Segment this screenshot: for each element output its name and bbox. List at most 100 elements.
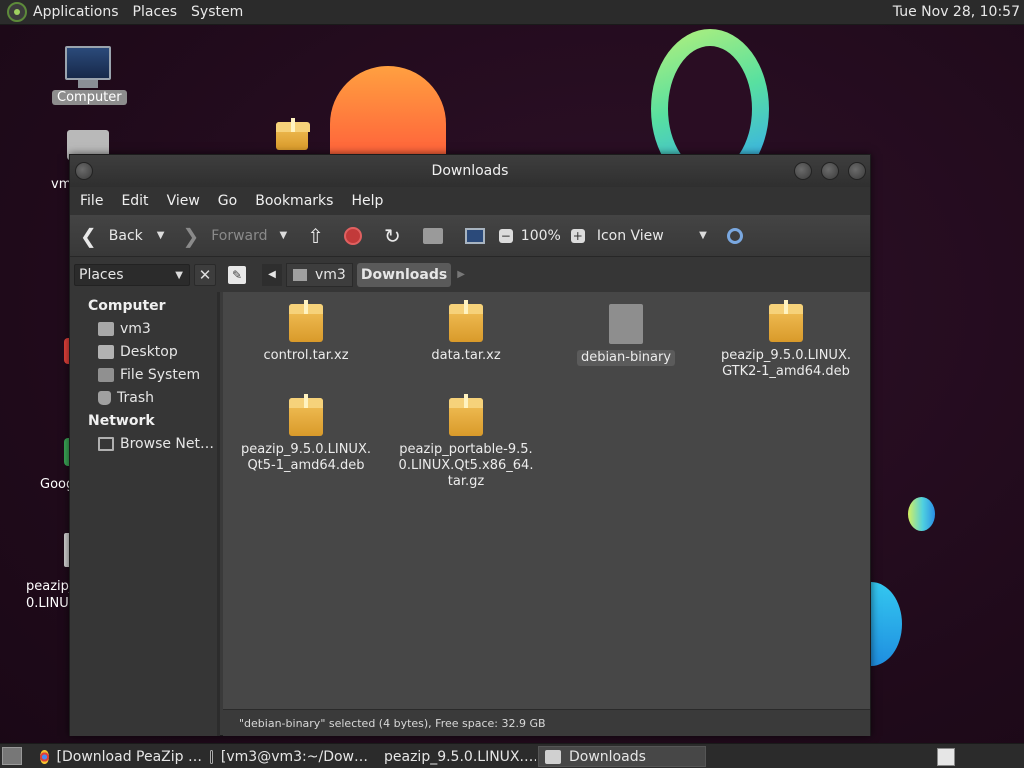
zoom-in-icon[interactable]: +: [570, 228, 585, 243]
desktop-icon-label-line: peazip_: [26, 579, 76, 594]
menu-places[interactable]: Places: [133, 4, 178, 20]
zoom-level: 100%: [520, 227, 561, 244]
menu-system[interactable]: System: [191, 4, 243, 20]
file-name: debian-binary: [576, 350, 676, 366]
window-title: Downloads: [431, 163, 509, 179]
menu-file[interactable]: File: [80, 193, 103, 209]
forward-button[interactable]: ❯ Forward: [182, 226, 267, 246]
terminal-icon: [210, 749, 213, 764]
taskbar-item-label: Downloads: [569, 748, 646, 765]
file-item[interactable]: data.tar.xz: [391, 300, 541, 364]
sidebar-item-trash[interactable]: Trash: [98, 390, 154, 406]
sidebar-section-network: Network: [88, 413, 155, 429]
package-icon[interactable]: [276, 118, 310, 150]
sidebar-header: Places ▼ ✕: [70, 257, 220, 292]
file-item[interactable]: peazip_portable-9.5. 0.LINUX.Qt5.x86_64.…: [391, 394, 541, 490]
document-icon: [609, 304, 643, 344]
computer-icon[interactable]: [464, 227, 485, 244]
show-desktop-button[interactable]: [2, 747, 22, 765]
package-icon: [289, 394, 323, 436]
folder-icon: [98, 345, 114, 359]
file-item[interactable]: peazip_9.5.0.LINUX. GTK2-1_amd64.deb: [711, 300, 861, 380]
sidebar-item-browse-network[interactable]: Browse Net…: [98, 436, 214, 452]
minimize-button[interactable]: [794, 162, 812, 180]
window-menu-button[interactable]: [75, 162, 93, 180]
forward-history-dropdown[interactable]: ▼: [280, 230, 288, 241]
sidebar-item-desktop[interactable]: Desktop: [98, 344, 178, 360]
maximize-button[interactable]: [821, 162, 839, 180]
bottom-panel: [Download PeaZip … [vm3@vm3:~/Dow… peazi…: [0, 743, 1024, 768]
file-name: peazip_9.5.0.LINUX.: [721, 348, 851, 363]
file-item-selected[interactable]: debian-binary: [551, 304, 701, 366]
package-icon: [449, 394, 483, 436]
package-icon: [449, 300, 483, 342]
sidebar-section-computer: Computer: [88, 298, 166, 314]
chevron-down-icon: ▼: [175, 269, 183, 281]
file-name-line: Qt5-1_amd64.deb: [247, 458, 365, 473]
view-mode-select[interactable]: Icon View ▼: [597, 228, 707, 244]
sidebar-item-label: File System: [120, 367, 201, 383]
file-item[interactable]: control.tar.xz: [231, 300, 381, 364]
taskbar-item-label: [vm3@vm3:~/Dow…: [220, 748, 368, 765]
menu-go[interactable]: Go: [218, 193, 237, 209]
sidebar-item-label: Trash: [117, 390, 154, 406]
status-bar: "debian-binary" selected (4 bytes), Free…: [223, 709, 870, 736]
sidebar: Computer vm3 Desktop File System Trash N…: [70, 292, 220, 736]
window-titlebar[interactable]: Downloads: [70, 155, 870, 187]
menu-help[interactable]: Help: [351, 193, 383, 209]
sidebar-mode-select[interactable]: Places ▼: [74, 264, 190, 286]
sidebar-item-label: Browse Net…: [120, 436, 215, 452]
path-segment-current[interactable]: Downloads: [356, 262, 452, 287]
path-segment-home[interactable]: vm3: [286, 262, 353, 287]
close-sidebar-icon[interactable]: ✕: [194, 264, 216, 286]
taskbar-item-label: peazip_9.5.0.LINUX.…: [384, 748, 536, 765]
desktop-icon-label-line: 0.LINU: [26, 596, 69, 611]
taskbar-item-peazip[interactable]: peazip_9.5.0.LINUX.…: [370, 746, 536, 767]
menu-edit[interactable]: Edit: [121, 193, 148, 209]
sidebar-item-vm3[interactable]: vm3: [98, 321, 151, 337]
home-icon: [293, 268, 307, 281]
chrome-icon: [40, 749, 49, 764]
back-button[interactable]: ❮ Back: [80, 226, 143, 246]
up-icon[interactable]: ⇧: [307, 226, 324, 246]
home-icon[interactable]: [422, 227, 443, 244]
path-segment-label: Downloads: [360, 266, 448, 283]
status-text: "debian-binary" selected (4 bytes), Free…: [239, 716, 546, 730]
clock[interactable]: Tue Nov 28, 10:57: [893, 4, 1020, 20]
folder-icon: [545, 749, 561, 764]
stop-icon[interactable]: [344, 226, 363, 245]
menu-bar: File Edit View Go Bookmarks Help: [70, 187, 870, 215]
toolbar: ❮ Back ▼ ❯ Forward ▼ ⇧ ↻ − 100% + Icon V…: [70, 215, 870, 257]
path-scroll-left-icon[interactable]: ◀: [262, 263, 282, 286]
file-view[interactable]: control.tar.xz data.tar.xz debian-binary…: [223, 292, 870, 709]
desktop-icon-computer[interactable]: Computer: [52, 46, 127, 105]
desktop-icon-label: peazip_ 0.LINU: [26, 578, 75, 612]
sidebar-item-label: Desktop: [120, 344, 178, 360]
file-item[interactable]: peazip_9.5.0.LINUX. Qt5-1_amd64.deb: [231, 394, 381, 474]
file-name: data.tar.xz: [431, 348, 501, 363]
trash-icon: [98, 391, 111, 405]
taskbar-item-label: [Download PeaZip …: [56, 748, 202, 765]
menu-bookmarks[interactable]: Bookmarks: [255, 193, 333, 209]
mate-logo-icon[interactable]: [7, 2, 27, 22]
taskbar-item-browser[interactable]: [Download PeaZip …: [34, 746, 202, 767]
workspace-switcher[interactable]: [937, 748, 955, 766]
file-name-line: 0.LINUX.Qt5.x86_64.: [398, 458, 534, 473]
edit-location-icon[interactable]: ✎: [228, 265, 246, 284]
network-icon: [98, 437, 114, 451]
back-history-dropdown[interactable]: ▼: [157, 230, 165, 241]
taskbar-item-terminal[interactable]: [vm3@vm3:~/Dow…: [204, 746, 368, 767]
menu-applications[interactable]: Applications: [33, 4, 119, 20]
path-scroll-right-icon[interactable]: ▶: [457, 269, 465, 280]
path-bar: ✎ ◀ vm3 Downloads ▶: [220, 257, 870, 292]
search-icon[interactable]: [726, 227, 743, 244]
close-button[interactable]: [848, 162, 866, 180]
menu-view[interactable]: View: [167, 193, 200, 209]
sidebar-item-file-system[interactable]: File System: [98, 367, 200, 383]
drive-icon: [98, 368, 114, 382]
reload-icon[interactable]: ↻: [384, 226, 401, 246]
desktop-icon-label: Computer: [52, 90, 127, 105]
path-segment-label: vm3: [315, 266, 346, 283]
taskbar-item-downloads[interactable]: Downloads: [538, 746, 706, 767]
zoom-out-icon[interactable]: −: [498, 228, 513, 243]
